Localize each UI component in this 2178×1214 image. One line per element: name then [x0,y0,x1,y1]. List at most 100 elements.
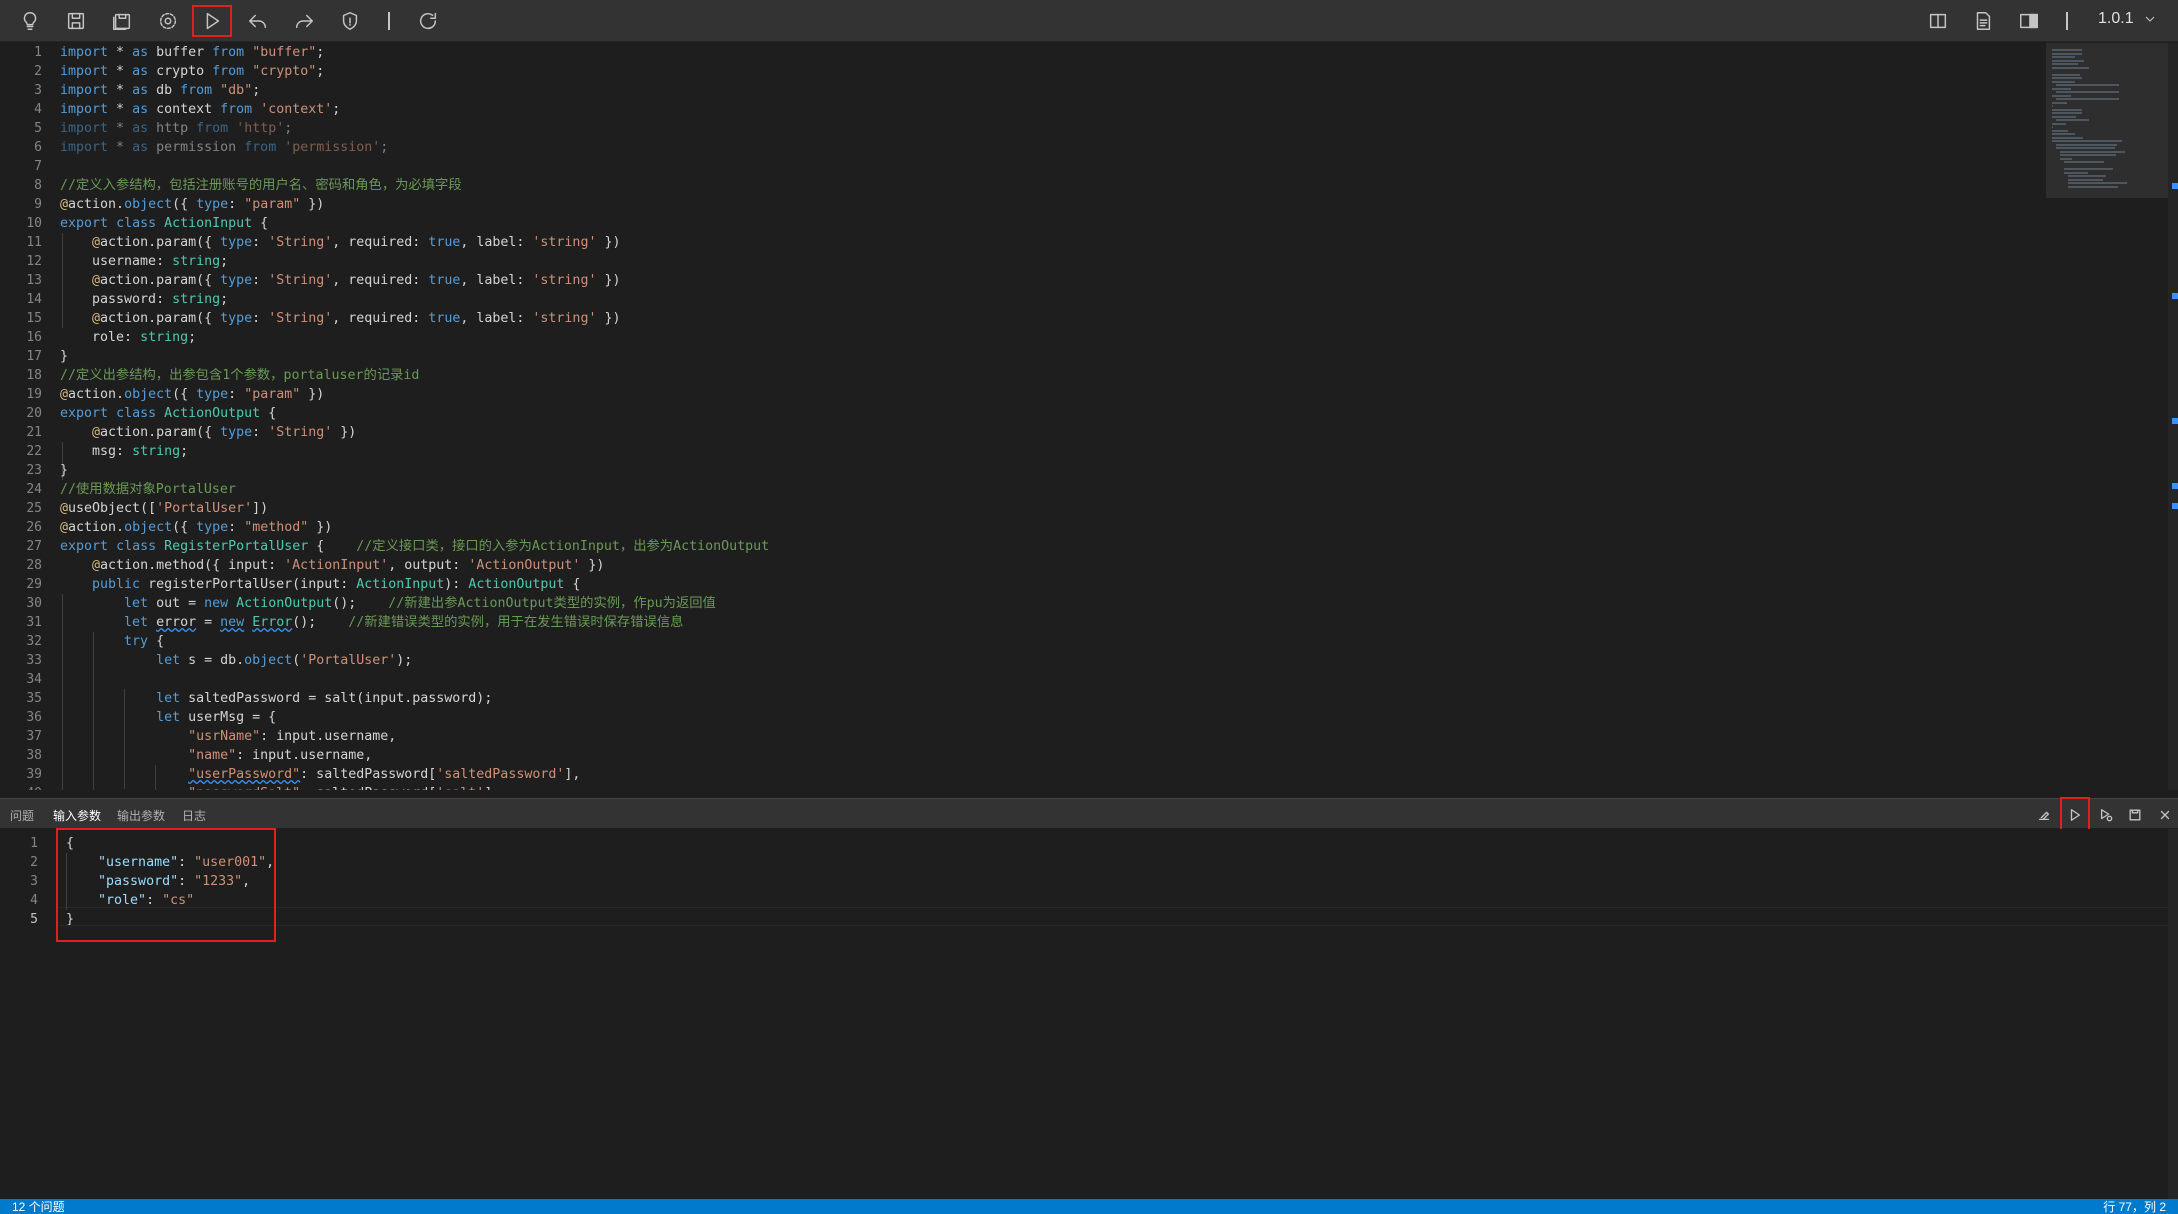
version-selector[interactable]: 1.0.1 [2098,10,2134,28]
code-token: class [116,406,157,421]
code-token: : saltedPassword[ [300,767,437,782]
code-token: useObject([ [68,501,157,516]
code-content[interactable]: import * as buffer from "buffer"; import … [60,43,2040,790]
input-line-number: 5 [30,912,38,927]
line-number-gutter: 1 2 3 4 5 6 7 8 9 10 11 12 13 14 15 16 17 18 19 20 21 22 23 24 2… [0,43,52,790]
tab-output-params[interactable]: 输出参数 [117,807,165,824]
settings-icon[interactable] [148,5,188,37]
line-number: 31 [26,615,42,630]
code-token: ActionOutput [236,596,333,611]
input-params-editor[interactable]: 12345 { "username": "user001", "password… [0,829,2178,1199]
run-icon[interactable] [192,5,232,37]
line-number: 24 [26,482,42,497]
minimap-line [2052,80,2076,83]
cursor-position[interactable]: 行 77，列 2 [2103,1200,2166,1214]
run-icon[interactable] [2060,797,2090,833]
document-icon[interactable] [1963,5,2003,37]
code-token: "param" [244,387,301,402]
scroll-marker [2172,418,2178,424]
tab-problems[interactable]: 问题 [10,807,34,824]
debug-run-icon[interactable] [2091,803,2121,827]
code-token: action. [68,197,125,212]
line-number: 28 [26,558,42,573]
refresh-icon[interactable] [408,5,448,37]
save-icon[interactable] [56,5,96,37]
line-number: 20 [26,406,42,421]
minimap-line [2064,161,2104,163]
code-token: as [132,121,149,136]
minimap-line [2052,94,2071,97]
code-token: let [124,596,149,611]
code-token: from [212,45,245,60]
code-token: true [428,273,461,288]
redo-icon[interactable] [284,5,324,37]
code-editor[interactable]: 1 2 3 4 5 6 7 8 9 10 11 12 13 14 15 16 17 18 19 20 21 22 23 24 2… [0,43,2178,790]
code-token: }) [300,197,325,212]
code-token: ({ [172,387,197,402]
code-token: export [60,539,109,554]
code-line: @action.object({ type: "param" }) [60,195,2040,214]
save-all-icon[interactable] [102,5,142,37]
code-token: action.param({ [100,235,221,250]
line-number: 37 [26,729,42,744]
shield-icon[interactable] [330,5,370,37]
close-icon[interactable] [2150,803,2178,827]
code-token: ; [188,330,197,345]
code-line: @useObject(['PortalUser']) [60,499,2040,518]
code-token: (); [292,615,349,630]
code-token: ): [444,577,469,592]
code-token: type [220,273,253,288]
code-token: password: [60,292,173,307]
code-token: @ [60,387,69,402]
code-token: { [308,539,357,554]
code-line: let s = db.object('PortalUser'); [60,651,2040,670]
code-token: * [108,45,133,60]
code-token: @ [60,501,69,516]
code-token: s = db. [180,653,245,668]
tab-input-params[interactable]: 输入参数 [53,807,101,824]
line-number: 15 [26,311,42,326]
toolbar: 1.0.1 [0,0,2178,42]
code-token: //定义入参结构，包括注册账号的用户名、密码和角色，为必填字段 [60,178,462,193]
minimap-line [2068,178,2104,181]
chevron-down-icon[interactable] [2142,11,2162,31]
problems-count[interactable]: 12 个问题 [12,1200,65,1214]
editor-scrollbar[interactable] [2168,43,2178,790]
input-params-highlight-box [56,828,276,942]
code-line: username: string; [60,252,2040,271]
code-token: 'String' [268,425,333,440]
minimap-line [2052,87,2071,90]
panel-layout-icon[interactable] [2009,5,2049,37]
code-token: ActionInput [164,216,253,231]
save-icon[interactable] [2120,803,2150,827]
undo-icon[interactable] [238,5,278,37]
line-number: 25 [26,501,42,516]
lightbulb-icon[interactable] [10,5,50,37]
code-token: * [108,64,133,79]
code-token: : saltedPassword[ [300,786,436,790]
clear-icon[interactable] [2029,803,2059,827]
code-token: //使用数据对象PortalUser [60,482,236,497]
scroll-marker [2172,483,2178,489]
code-token: from [180,83,213,98]
minimap-line [2052,140,2123,142]
tab-log[interactable]: 日志 [182,807,206,824]
input-editor-scrollbar[interactable] [2168,829,2178,1199]
code-token: 'context' [260,102,333,117]
toolbar-separator-right [2066,12,2068,30]
split-view-icon[interactable] [1918,5,1958,37]
minimap-line [2052,126,2053,128]
code-token: ; [180,444,189,459]
code-token: //定义接口类，接口的入参为ActionInput，出参为ActionOutpu… [356,539,770,554]
code-token: crypto [148,64,213,79]
code-token: 'string' [532,235,597,250]
